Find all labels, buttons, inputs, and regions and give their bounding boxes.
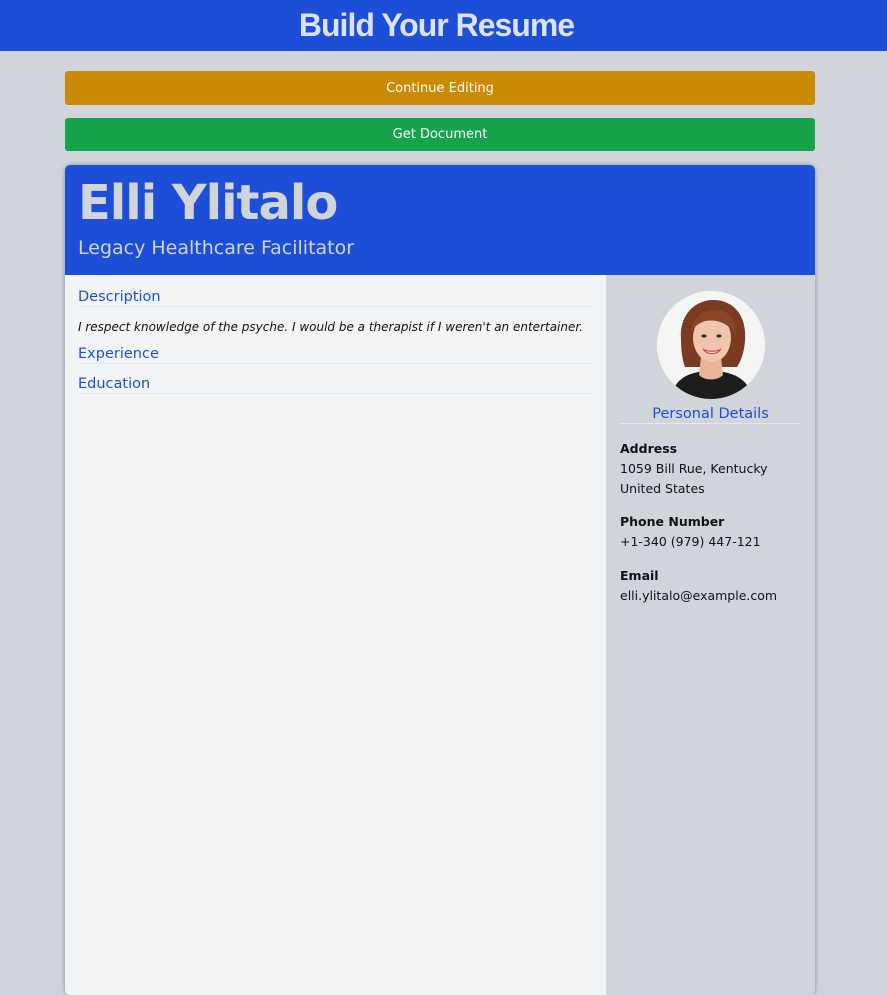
education-heading: Education [78,376,592,394]
address-value: 1059 Bill Rue, Kentucky United States [620,461,768,496]
page-title: Build Your Resume [298,7,575,43]
email-label: Email [620,568,659,583]
profile-photo-icon [657,291,765,399]
personal-details-heading: Personal Details [620,406,801,424]
address-label: Address [620,441,678,456]
phone-label: Phone Number [620,514,725,529]
resume-preview: Elli Ylitalo Legacy Healthcare Facilitat… [65,165,815,995]
resume-main-column: Description I respect knowledge of the p… [65,275,606,995]
resume-sidebar: Personal Details Address 1059 Bill Rue, … [606,275,815,995]
resume-name: Elli Ylitalo [78,175,338,231]
experience-heading: Experience [78,346,592,364]
description-text: I respect knowledge of the psyche. I wou… [78,320,584,334]
description-heading: Description [78,289,592,307]
continue-editing-button[interactable]: Continue Editing [65,71,815,105]
get-document-button[interactable]: Get Document [65,118,815,151]
app-header: Build Your Resume [0,0,887,51]
email-value: elli.ylitalo@example.com [620,588,778,603]
avatar [657,291,765,399]
resume-header: Elli Ylitalo Legacy Healthcare Facilitat… [65,165,815,275]
phone-value: +1-340 (979) 447-121 [620,534,761,549]
resume-job-title: Legacy Healthcare Facilitator [78,237,355,259]
